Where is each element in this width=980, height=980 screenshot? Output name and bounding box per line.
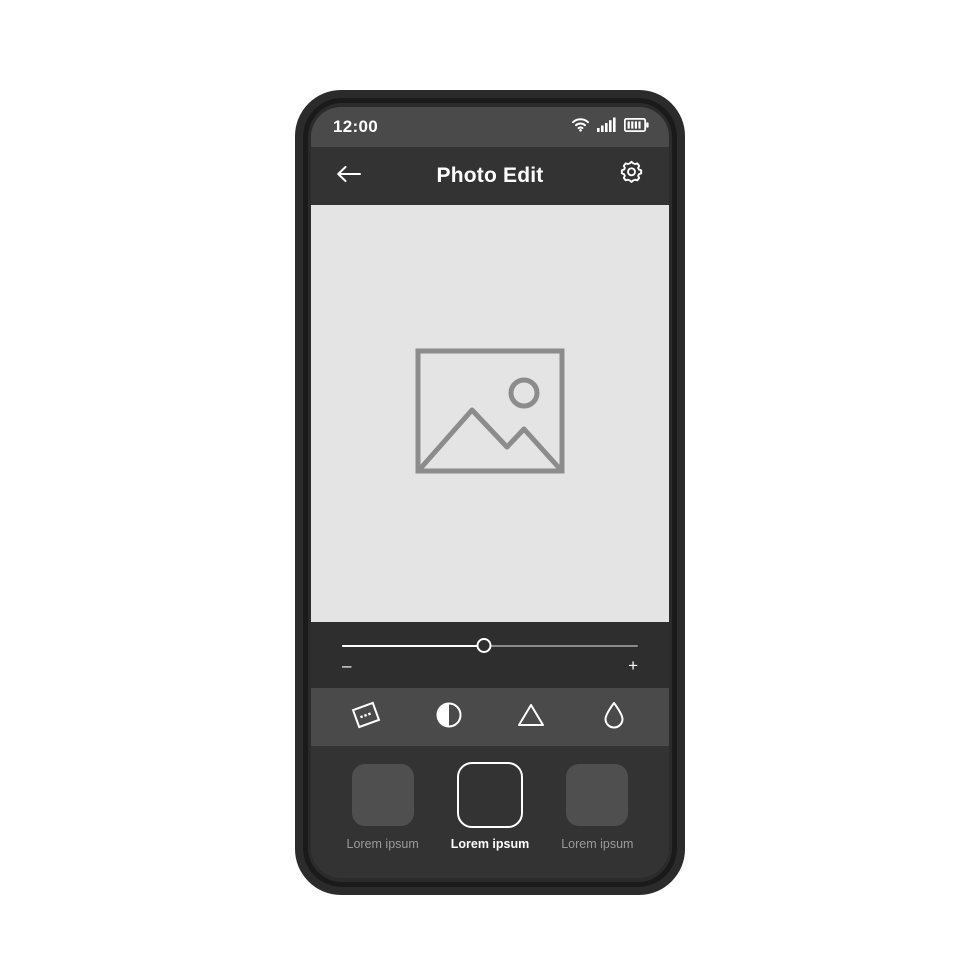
filter-item[interactable]: Lorem ipsum [445,762,535,851]
app-header: Photo Edit [311,147,669,205]
page-title: Photo Edit [436,164,544,187]
filter-item[interactable]: Lorem ipsum [552,764,642,851]
back-arrow-icon [335,163,363,190]
filter-label: Lorem ipsum [561,837,634,851]
decrease-button[interactable]: – [342,657,351,674]
filters-row: Lorem ipsum Lorem ipsum Lorem ipsum [311,746,669,878]
contrast-tool-button[interactable] [426,696,472,738]
slider[interactable] [342,637,638,655]
saturation-tool-button[interactable] [591,696,637,738]
back-button[interactable] [333,160,365,192]
status-time: 12:00 [333,117,378,136]
sharpen-tool-button[interactable] [508,696,554,738]
increase-button[interactable]: + [628,657,638,674]
slider-end-controls: – + [342,657,638,674]
settings-button[interactable] [615,160,647,192]
filter-thumbnail[interactable] [566,764,629,826]
filter-thumbnail[interactable] [351,764,414,826]
filter-label: Lorem ipsum [346,837,419,851]
tools-row [311,688,669,746]
filter-label: Lorem ipsum [450,837,530,851]
phone-screen: 12:00 Photo Edit – + Lorem ipsum Lorem i… [311,107,669,878]
status-icons [571,117,649,137]
adjustment-slider-panel: – + [311,622,669,688]
photo-canvas[interactable] [311,205,669,622]
filter-item[interactable]: Lorem ipsum [338,764,428,851]
droplet-icon [602,700,626,735]
wifi-icon [571,117,590,137]
gear-icon [618,160,645,192]
filter-thumbnail[interactable] [456,762,523,828]
cellular-signal-icon [597,117,617,137]
image-placeholder-icon [414,335,566,492]
battery-icon [623,117,649,137]
slider-fill [342,644,485,647]
contrast-half-circle-icon [435,701,463,734]
status-bar: 12:00 [311,107,669,147]
tilted-square-dots-icon [351,700,381,735]
triangle-icon [516,701,546,734]
slider-thumb[interactable] [476,638,492,653]
effects-tool-button[interactable] [343,696,389,738]
